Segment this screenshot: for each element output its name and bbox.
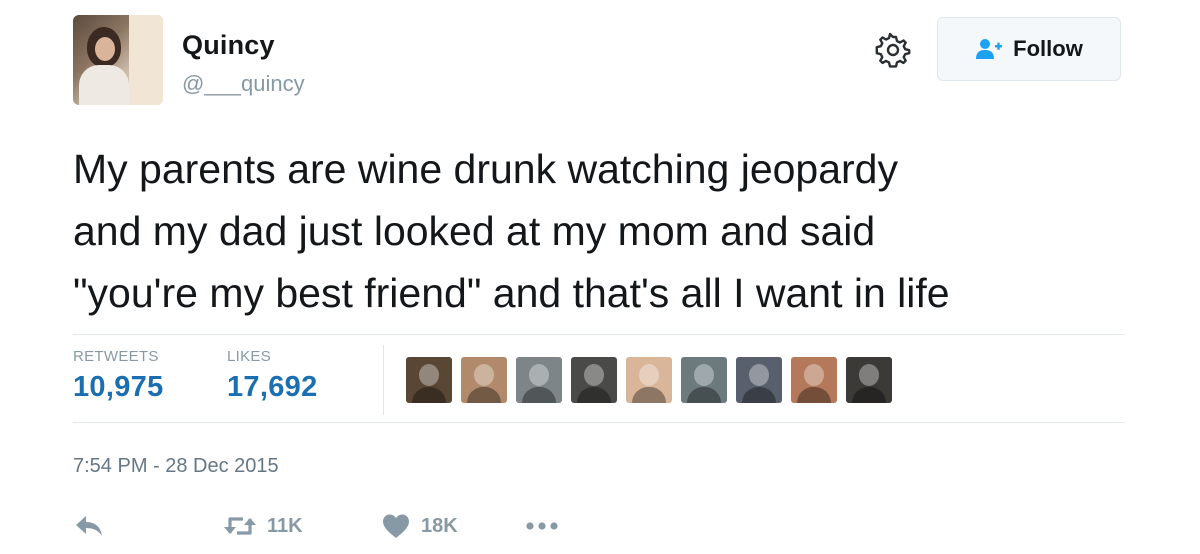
retweet-count: 11K [267, 514, 303, 537]
user-handle[interactable]: @___quincy [182, 71, 305, 97]
follow-label: Follow [1013, 36, 1083, 61]
like-count: 18K [421, 514, 458, 537]
follow-button[interactable]: Follow [937, 17, 1121, 81]
retweets-label: RETWEETS [73, 348, 159, 365]
gear-icon[interactable] [875, 32, 911, 68]
like-button[interactable]: 18K [381, 506, 458, 546]
avatar-face [95, 37, 115, 61]
liker-avatar[interactable] [846, 357, 892, 403]
divider [73, 334, 1125, 335]
retweet-button[interactable]: 11K [223, 506, 303, 546]
tweet-card: Quincy @___quincy Follow My parents are … [0, 0, 1200, 554]
liker-avatar[interactable] [791, 357, 837, 403]
add-user-icon [976, 39, 1003, 59]
likes-count: 17,692 [227, 371, 318, 403]
avatar-body [79, 65, 129, 105]
tweet-text-line: "you're my best friend" and that's all I… [73, 270, 950, 316]
tweet-actions: 11K 18K [73, 506, 673, 546]
user-avatar[interactable] [73, 15, 163, 105]
liker-avatars [406, 357, 892, 403]
divider [73, 422, 1125, 423]
heart-icon [383, 514, 409, 538]
liker-avatar[interactable] [516, 357, 562, 403]
avatar-background [129, 15, 163, 105]
likes-label: LIKES [227, 348, 272, 365]
tweet-text-line: and my dad just looked at my mom and sai… [73, 208, 876, 254]
retweets-count: 10,975 [73, 371, 164, 403]
tweet-text: My parents are wine drunk watching jeopa… [73, 138, 1173, 324]
likes-stat[interactable]: LIKES 17,692 [227, 348, 318, 404]
retweet-icon [224, 517, 256, 535]
liker-avatar[interactable] [626, 357, 672, 403]
tweet-timestamp[interactable]: 7:54 PM - 28 Dec 2015 [73, 455, 279, 478]
liker-avatar[interactable] [681, 357, 727, 403]
reply-icon [76, 516, 102, 536]
retweets-stat[interactable]: RETWEETS 10,975 [73, 348, 164, 404]
liker-avatar[interactable] [736, 357, 782, 403]
liker-avatar[interactable] [571, 357, 617, 403]
more-icon [526, 522, 558, 530]
liker-avatar[interactable] [461, 357, 507, 403]
liker-avatar[interactable] [406, 357, 452, 403]
more-button[interactable] [525, 506, 559, 546]
reply-button[interactable] [73, 506, 107, 546]
stats-separator [383, 345, 384, 415]
user-name[interactable]: Quincy [182, 30, 275, 61]
tweet-text-line: My parents are wine drunk watching jeopa… [73, 146, 898, 192]
